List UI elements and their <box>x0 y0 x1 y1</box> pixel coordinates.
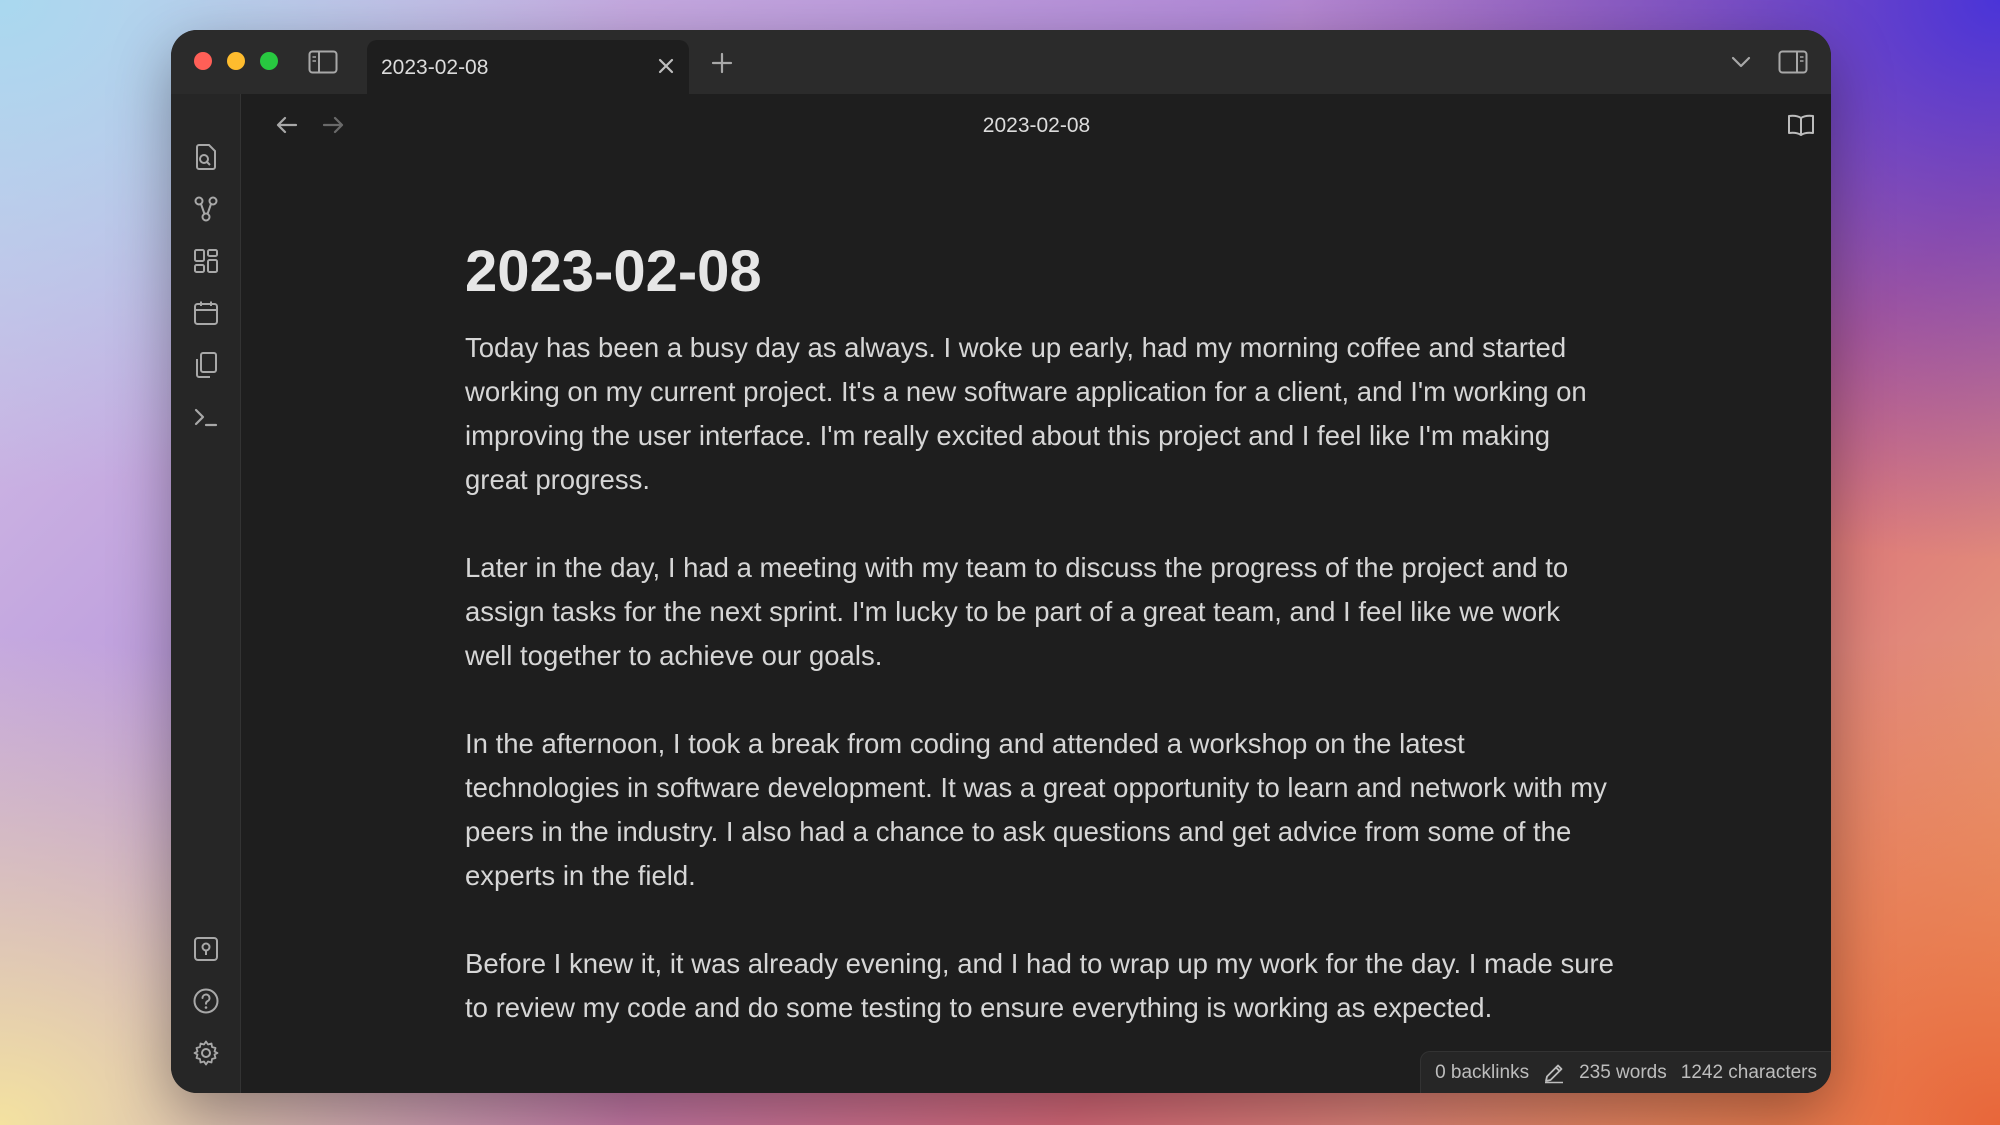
view-header-title[interactable]: 2023-02-08 <box>242 114 1831 138</box>
command-palette-icon[interactable] <box>191 402 221 432</box>
templates-icon[interactable] <box>191 350 221 380</box>
zoom-window-button[interactable] <box>260 52 278 70</box>
close-icon[interactable] <box>657 57 675 75</box>
minimize-window-button[interactable] <box>227 52 245 70</box>
ribbon-sidebar <box>171 94 241 1093</box>
backlinks-count[interactable]: 0 backlinks <box>1435 1062 1529 1084</box>
settings-icon[interactable] <box>191 1038 221 1068</box>
view-header: 2023-02-08 <box>242 94 1831 156</box>
paragraph-1[interactable]: Today has been a busy day as always. I w… <box>465 326 1615 502</box>
close-window-button[interactable] <box>194 52 212 70</box>
note-title[interactable]: 2023-02-08 <box>465 160 1615 304</box>
plus-icon[interactable] <box>709 50 735 76</box>
vault-icon[interactable] <box>191 934 221 964</box>
book-open-icon[interactable] <box>1786 112 1816 138</box>
canvas-icon[interactable] <box>191 246 221 276</box>
pencil-icon[interactable] <box>1543 1062 1565 1084</box>
paragraph-2[interactable]: Later in the day, I had a meeting with m… <box>465 546 1615 678</box>
right-sidebar-icon[interactable] <box>1777 48 1809 76</box>
paragraph-3[interactable]: In the afternoon, I took a break from co… <box>465 722 1615 898</box>
chevron-down-icon[interactable] <box>1729 52 1753 72</box>
paragraph-4[interactable]: Before I knew it, it was already evening… <box>465 942 1615 1030</box>
status-bar: 0 backlinks 235 words 1242 characters <box>1420 1051 1831 1093</box>
help-icon[interactable] <box>191 986 221 1016</box>
tab-active[interactable]: 2023-02-08 <box>367 40 689 94</box>
note-content[interactable]: 2023-02-08 Today has been a busy day as … <box>465 160 1615 1074</box>
app-window: 2023-02-08 2023-02-08 2023-02-08 Today h… <box>171 30 1831 1093</box>
quick-switcher-icon[interactable] <box>191 142 221 172</box>
sidebar-toggle-icon[interactable] <box>307 48 339 76</box>
tab-title: 2023-02-08 <box>381 56 489 79</box>
character-count: 1242 characters <box>1680 1061 1817 1083</box>
graph-view-icon[interactable] <box>191 194 221 224</box>
daily-note-icon[interactable] <box>191 298 221 328</box>
word-count: 235 words <box>1579 1061 1667 1083</box>
title-bar: 2023-02-08 <box>171 30 1831 94</box>
